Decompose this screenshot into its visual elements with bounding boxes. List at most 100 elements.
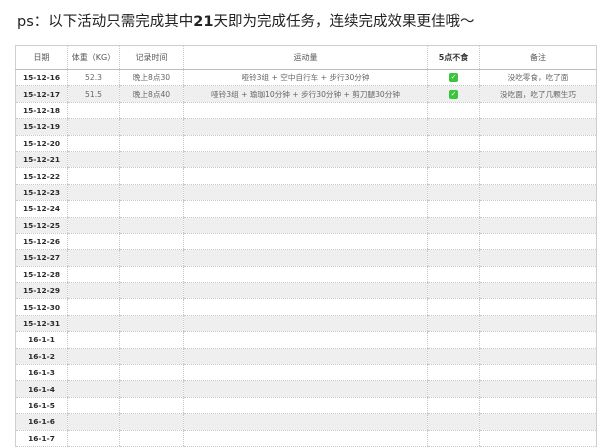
cell-time[interactable] [119,249,184,267]
cell-exercise[interactable] [183,233,428,251]
cell-exercise[interactable] [183,184,428,202]
cell-date[interactable]: 15-12-18 [15,102,68,120]
cell-exercise[interactable] [183,151,428,169]
cell-date[interactable]: 16-1-5 [15,397,68,415]
cell-time[interactable] [119,397,184,415]
cell-time[interactable] [119,430,184,447]
cell-exercise[interactable] [183,167,428,185]
cell-date[interactable]: 15-12-22 [15,167,68,185]
cell-weight[interactable] [67,266,120,284]
cell-no-eat[interactable] [427,397,480,415]
cell-weight[interactable] [67,282,120,300]
cell-weight[interactable]: 51.5 [67,85,120,103]
cell-time[interactable] [119,118,184,136]
cell-weight[interactable] [67,217,120,234]
cell-notes[interactable] [479,298,597,316]
cell-weight[interactable] [67,331,120,349]
cell-weight[interactable] [67,249,120,267]
cell-notes[interactable]: 没吃零食，吃了面 [479,69,597,87]
cell-exercise[interactable] [183,282,428,300]
cell-no-eat[interactable] [427,298,480,316]
cell-time[interactable]: 晚上8点30 [119,69,184,87]
cell-no-eat[interactable] [427,167,480,185]
cell-date[interactable]: 15-12-23 [15,184,68,202]
cell-date[interactable]: 15-12-30 [15,298,68,316]
cell-notes[interactable] [479,233,597,251]
cell-date[interactable]: 15-12-20 [15,135,68,152]
cell-exercise[interactable] [183,315,428,333]
cell-date[interactable]: 15-12-25 [15,217,68,234]
cell-notes[interactable] [479,217,597,234]
cell-exercise[interactable] [183,380,428,398]
cell-no-eat[interactable] [427,331,480,349]
cell-no-eat[interactable] [427,430,480,447]
cell-exercise[interactable] [183,266,428,284]
cell-date[interactable]: 16-1-2 [15,348,68,366]
cell-notes[interactable] [479,282,597,300]
cell-no-eat[interactable] [427,266,480,284]
cell-exercise[interactable] [183,217,428,234]
cell-notes[interactable] [479,184,597,202]
cell-no-eat[interactable] [427,380,480,398]
cell-time[interactable] [119,233,184,251]
cell-time[interactable] [119,315,184,333]
cell-no-eat[interactable] [427,118,480,136]
cell-time[interactable] [119,331,184,349]
cell-exercise[interactable] [183,348,428,366]
cell-date[interactable]: 16-1-7 [15,430,68,447]
cell-exercise[interactable] [183,397,428,415]
cell-date[interactable]: 15-12-31 [15,315,68,333]
cell-time[interactable]: 晚上8点40 [119,85,184,103]
cell-date[interactable]: 16-1-4 [15,380,68,398]
cell-exercise[interactable] [183,364,428,382]
cell-exercise[interactable] [183,200,428,218]
cell-no-eat[interactable] [427,217,480,234]
cell-time[interactable] [119,413,184,431]
cell-no-eat[interactable] [427,315,480,333]
cell-no-eat[interactable]: ✓ [427,69,480,87]
cell-notes[interactable] [479,167,597,185]
cell-date[interactable]: 15-12-29 [15,282,68,300]
cell-notes[interactable] [479,380,597,398]
cell-no-eat[interactable] [427,200,480,218]
cell-time[interactable] [119,200,184,218]
cell-notes[interactable] [479,135,597,152]
cell-time[interactable] [119,217,184,234]
cell-no-eat[interactable] [427,348,480,366]
cell-date[interactable]: 15-12-28 [15,266,68,284]
cell-exercise[interactable] [183,102,428,120]
cell-no-eat[interactable] [427,249,480,267]
cell-no-eat[interactable] [427,151,480,169]
cell-exercise[interactable] [183,135,428,152]
cell-notes[interactable] [479,364,597,382]
cell-exercise[interactable] [183,430,428,447]
cell-date[interactable]: 15-12-26 [15,233,68,251]
cell-notes[interactable] [479,102,597,120]
cell-no-eat[interactable] [427,102,480,120]
cell-weight[interactable] [67,364,120,382]
cell-notes[interactable] [479,397,597,415]
cell-time[interactable] [119,135,184,152]
cell-weight[interactable] [67,118,120,136]
cell-no-eat[interactable] [427,413,480,431]
cell-date[interactable]: 16-1-6 [15,413,68,431]
cell-weight[interactable]: 52.3 [67,69,120,87]
cell-exercise[interactable] [183,413,428,431]
cell-weight[interactable] [67,315,120,333]
cell-weight[interactable] [67,102,120,120]
cell-time[interactable] [119,380,184,398]
cell-time[interactable] [119,364,184,382]
cell-time[interactable] [119,282,184,300]
cell-time[interactable] [119,151,184,169]
cell-no-eat[interactable] [427,233,480,251]
cell-weight[interactable] [67,380,120,398]
cell-weight[interactable] [67,200,120,218]
cell-date[interactable]: 15-12-17 [15,85,68,103]
cell-notes[interactable] [479,249,597,267]
cell-notes[interactable]: 没吃面，吃了几颗生巧 [479,85,597,103]
cell-notes[interactable] [479,151,597,169]
cell-date[interactable]: 16-1-1 [15,331,68,349]
cell-exercise[interactable] [183,118,428,136]
cell-date[interactable]: 15-12-27 [15,249,68,267]
cell-time[interactable] [119,167,184,185]
